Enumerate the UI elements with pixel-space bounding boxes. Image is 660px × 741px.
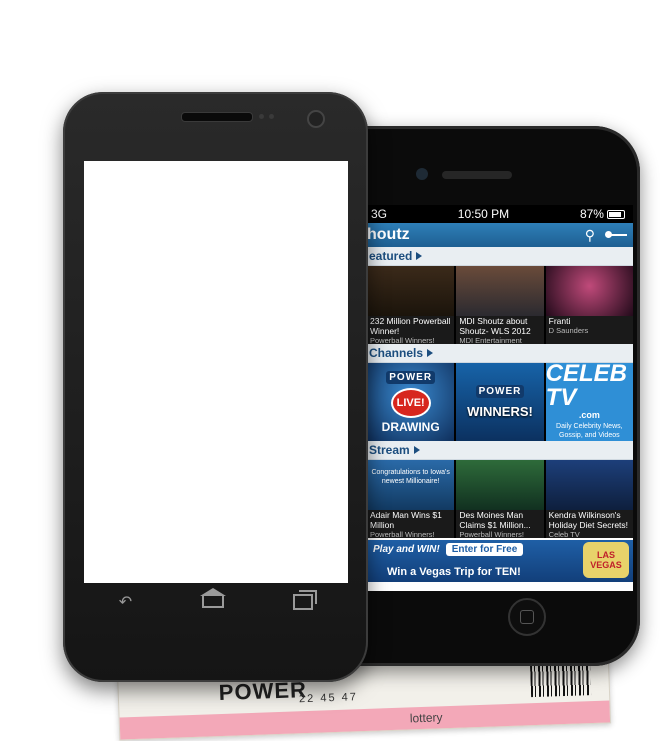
channel-caption: WINNERS! — [467, 404, 533, 419]
status-bar: 3G 10:50 PM 87% — [367, 205, 633, 223]
arrow-right-icon — [413, 446, 420, 454]
channel-tile[interactable]: POWER LIVE! DRAWING — [367, 363, 455, 441]
card-title: Franti — [548, 316, 571, 326]
section-featured-label: eatured — [369, 249, 413, 263]
key-icon[interactable] — [605, 231, 627, 239]
stream-card[interactable]: Kendra Wilkinson's Holiday Diet Secrets!… — [545, 460, 633, 538]
thumbnail — [456, 460, 544, 510]
channel-tile[interactable]: CELEB TV .com Daily Celebrity News, Goss… — [545, 363, 633, 441]
promo-banner[interactable]: Play and WIN! Enter for Free Win a Vegas… — [367, 538, 633, 582]
earpiece-speaker — [442, 171, 512, 179]
sensor-dot — [269, 114, 274, 119]
channel-caption: Daily Celebrity News, Gossip, and Videos — [556, 423, 623, 439]
carrier-label: 3G — [371, 207, 388, 221]
channel-logo: POWER — [386, 370, 436, 384]
app-header: houtz ⚲ — [367, 223, 633, 247]
card-title: Adair Man Wins $1 Million — [370, 510, 442, 530]
ticket-footer: lottery — [409, 710, 443, 726]
card-subtitle: Powerball Winners! — [459, 530, 524, 538]
stream-row: Congratulations to Iowa's newest Million… — [367, 460, 633, 538]
thumbnail-overlay-text: Congratulations to Iowa's newest Million… — [371, 469, 450, 485]
section-channels-label: Channels — [369, 346, 424, 360]
arrow-right-icon — [427, 349, 434, 357]
android-nav-bar: ↶ — [84, 587, 348, 617]
channel-tile[interactable]: POWER WINNERS! — [456, 363, 544, 441]
section-stream-label: Stream — [369, 443, 410, 457]
las-vegas-sign: LAS VEGAS — [583, 542, 629, 578]
card-title: Des Moines Man Claims $1 Million... — [459, 510, 531, 530]
section-channels-header[interactable]: Channels — [367, 344, 633, 363]
card-subtitle: Powerball Winners! — [370, 336, 435, 344]
android-device: ↶ — [63, 92, 368, 682]
featured-row: 232 Million Powerball Winner! Powerball … — [367, 266, 633, 344]
card-subtitle: MDI Entertainment — [459, 336, 522, 344]
iphone-screen: 3G 10:50 PM 87% houtz ⚲ eatured 232 Mill… — [367, 205, 633, 591]
android-screen-blank — [84, 161, 348, 583]
search-icon[interactable]: ⚲ — [585, 227, 595, 244]
channel-logo: POWER — [475, 385, 525, 398]
featured-card[interactable]: Franti D Saunders — [545, 266, 633, 344]
home-button[interactable] — [508, 598, 546, 636]
channel-caption: DRAWING — [381, 419, 440, 434]
app-logo: houtz — [367, 226, 410, 243]
thumbnail — [545, 266, 633, 316]
section-stream-header[interactable]: Stream — [367, 441, 633, 460]
stream-card[interactable]: Des Moines Man Claims $1 Million... Powe… — [456, 460, 544, 538]
banner-headline: Win a Vegas Trip for TEN! — [387, 566, 521, 578]
ticket-pink-strip — [119, 700, 611, 740]
front-camera — [307, 110, 325, 128]
featured-card[interactable]: 232 Million Powerball Winner! Powerball … — [367, 266, 455, 344]
stream-card[interactable]: Congratulations to Iowa's newest Million… — [367, 460, 455, 538]
card-subtitle: D Saunders — [548, 326, 589, 335]
clock: 10:50 PM — [457, 207, 510, 221]
thumbnail — [367, 266, 455, 316]
battery-icon — [606, 209, 625, 219]
card-subtitle: Powerball Winners! — [370, 530, 435, 538]
earpiece-speaker — [181, 112, 253, 122]
home-icon[interactable] — [199, 588, 226, 608]
sensor-dot — [259, 114, 264, 119]
live-badge: LIVE! — [390, 387, 431, 418]
card-subtitle: Celeb TV — [548, 530, 580, 538]
channel-logo: CELEB TV — [545, 363, 627, 411]
channels-row: POWER LIVE! DRAWING POWER WINNERS! CELEB… — [367, 363, 633, 441]
card-title: 232 Million Powerball Winner! — [370, 316, 451, 336]
thumbnail — [545, 460, 633, 510]
enter-for-free-button[interactable]: Enter for Free — [445, 543, 524, 556]
play-and-win-text: Play and WIN! — [373, 544, 440, 555]
card-title: Kendra Wilkinson's Holiday Diet Secrets! — [548, 510, 629, 530]
featured-card[interactable]: MDI Shoutz about Shoutz- WLS 2012 MDI En… — [456, 266, 544, 344]
section-featured-header[interactable]: eatured — [367, 247, 633, 266]
ticket-numbers: 22 45 47 — [298, 691, 359, 706]
battery-indicator: 87% — [580, 207, 625, 221]
front-camera — [416, 168, 428, 180]
battery-percent: 87% — [579, 207, 604, 221]
arrow-right-icon — [416, 252, 423, 260]
thumbnail — [456, 266, 544, 316]
card-title: MDI Shoutz about Shoutz- WLS 2012 — [459, 316, 531, 336]
back-arrow-icon[interactable]: ↶ — [119, 592, 132, 612]
channel-logo-suffix: .com — [578, 410, 600, 420]
thumbnail: Congratulations to Iowa's newest Million… — [367, 460, 455, 510]
recent-apps-icon[interactable] — [293, 590, 318, 610]
